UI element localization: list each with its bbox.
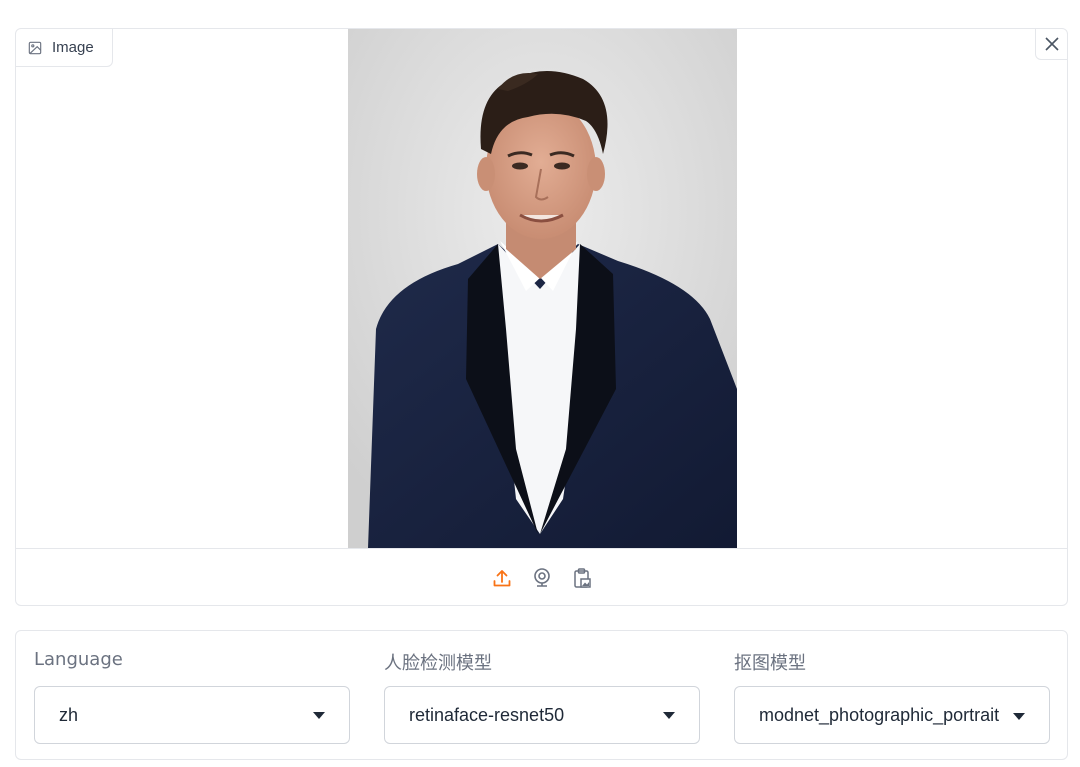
image-label-tag: Image — [16, 29, 113, 67]
image-source-toolbar — [16, 548, 1067, 605]
face-model-dropdown[interactable]: retinaface-resnet50 — [384, 686, 700, 744]
image-icon — [28, 41, 42, 54]
face-model-label: 人脸检测模型 — [384, 653, 492, 674]
face-model-value: retinaface-resnet50 — [409, 704, 565, 725]
matting-model-dropdown[interactable]: modnet_photographic_portrait — [734, 686, 1050, 744]
language-value: zh — [59, 704, 79, 725]
webcam-icon — [533, 567, 550, 587]
uploaded-portrait-image — [348, 29, 737, 548]
chevron-down-icon — [313, 711, 325, 719]
clipboard-button[interactable] — [570, 566, 594, 590]
close-icon — [1044, 37, 1059, 51]
upload-button[interactable] — [490, 566, 514, 590]
chevron-down-icon — [1013, 713, 1025, 720]
matting-model-value: modnet_photographic_portrait — [759, 704, 1000, 725]
clipboard-icon — [573, 567, 591, 588]
language-dropdown[interactable]: zh — [34, 686, 350, 744]
image-preview-area — [16, 29, 1067, 548]
image-input-panel[interactable]: Image — [15, 28, 1068, 606]
portrait-photo-graphic — [348, 29, 737, 548]
chevron-down-icon — [663, 711, 675, 719]
matting-model-label: 抠图模型 — [734, 653, 806, 674]
close-button[interactable] — [1035, 29, 1067, 60]
settings-panel: Language zh 人脸检测模型 retinaface-resnet50 抠… — [15, 630, 1068, 760]
webcam-button[interactable] — [530, 566, 554, 590]
language-label: Language — [34, 649, 123, 670]
upload-icon — [493, 569, 510, 586]
image-label-text: Image — [52, 39, 94, 56]
